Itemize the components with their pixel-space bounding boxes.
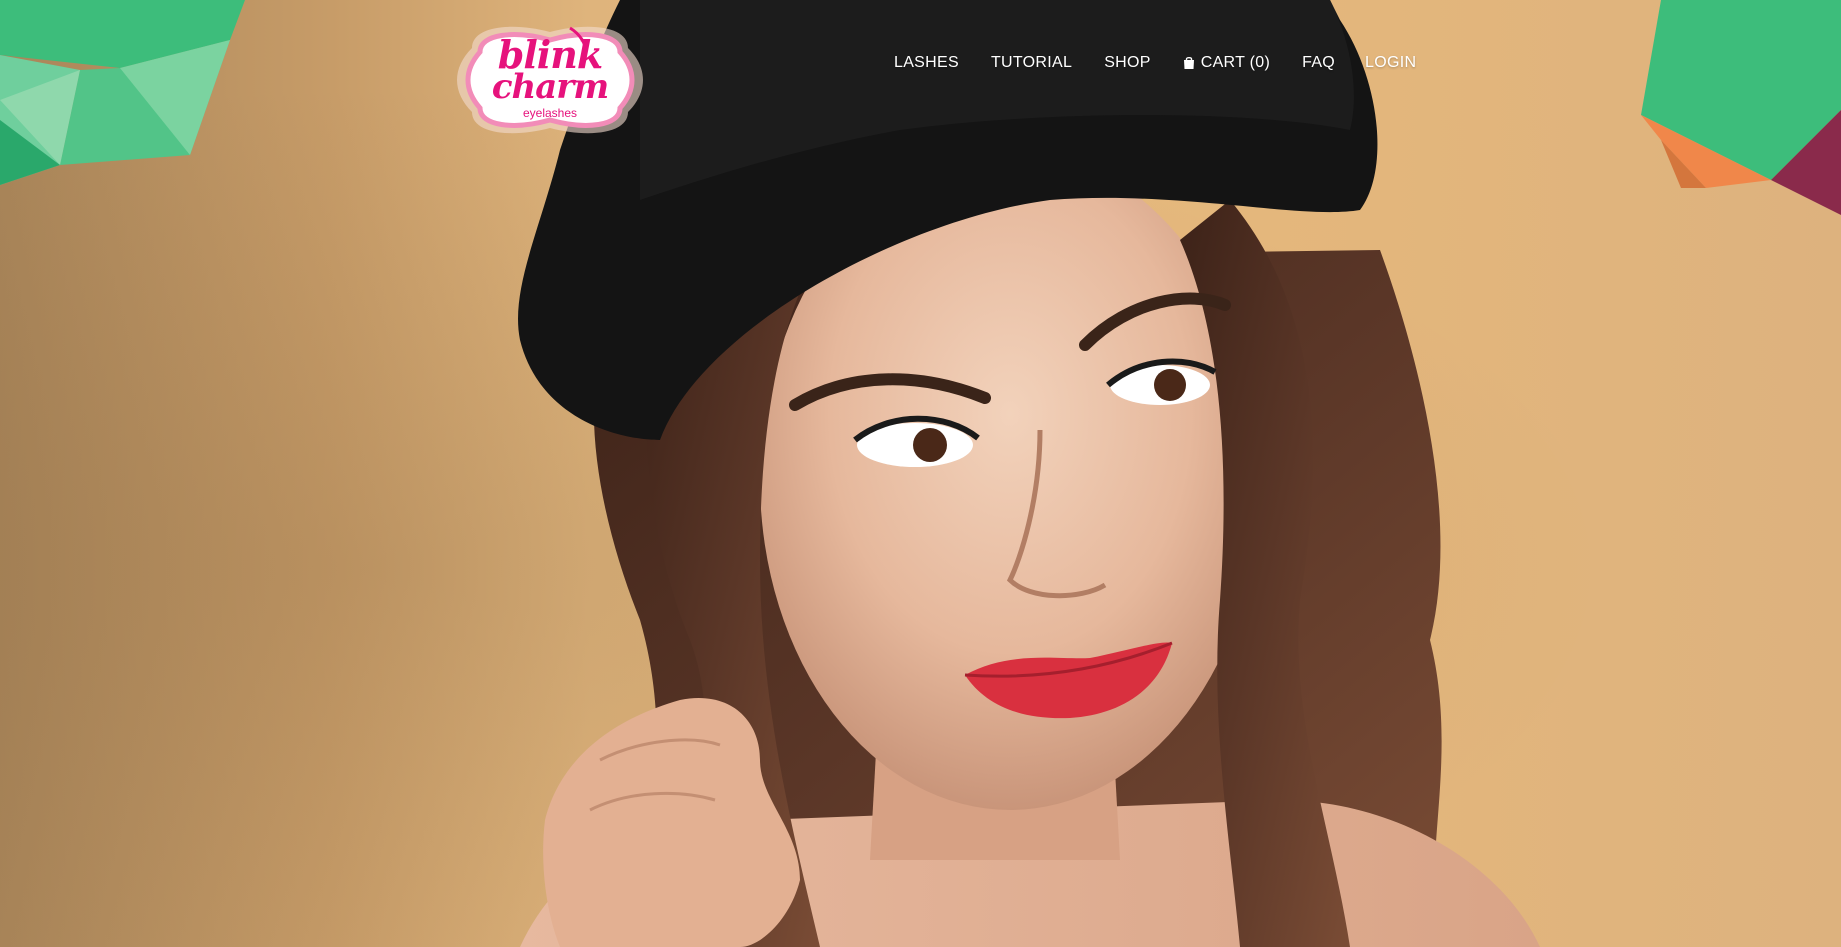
nav-faq-link[interactable]: FAQ bbox=[1302, 54, 1335, 72]
nav-cart-label: CART (0) bbox=[1200, 54, 1271, 71]
hero-section: blink charm eyelashes LASHES TUTORIAL SH… bbox=[0, 0, 1841, 947]
nav-login-link[interactable]: LOGIN bbox=[1365, 54, 1416, 72]
logo-wordmark-charm: charm bbox=[491, 67, 609, 107]
nav-cart-link[interactable]: CART (0) bbox=[1183, 54, 1270, 72]
nav-tutorial-link[interactable]: TUTORIAL bbox=[991, 54, 1072, 72]
logo-subtitle: eyelashes bbox=[522, 106, 578, 120]
model-portrait-image bbox=[518, 0, 1540, 947]
main-navigation: LASHES TUTORIAL SHOP CART (0) FAQ LOGIN bbox=[894, 52, 1416, 74]
nav-lashes-link[interactable]: LASHES bbox=[894, 54, 959, 72]
nav-shop-link[interactable]: SHOP bbox=[1104, 54, 1151, 72]
brand-logo[interactable]: blink charm eyelashes bbox=[452, 18, 648, 142]
shopping-bag-icon bbox=[1183, 56, 1194, 69]
